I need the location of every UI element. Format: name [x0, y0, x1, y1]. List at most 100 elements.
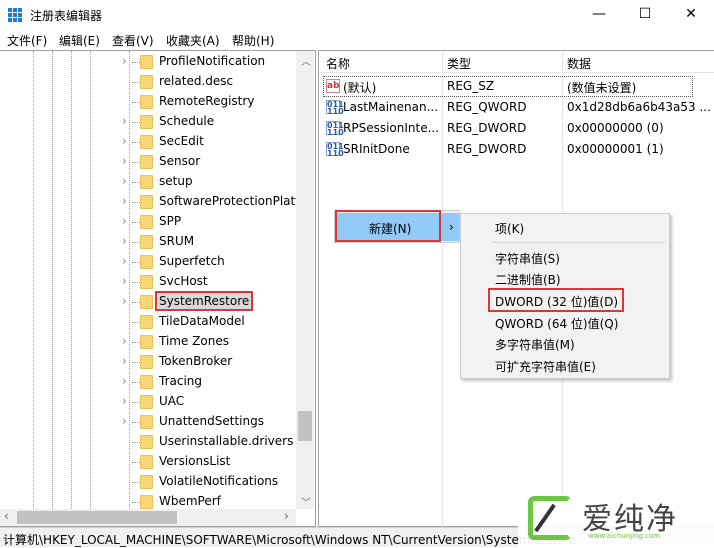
- scroll-thumb[interactable]: [17, 511, 177, 524]
- tree-item[interactable]: › SecEdit: [0, 132, 296, 152]
- tree-item[interactable]: › Sensor: [0, 152, 296, 172]
- scroll-up-icon[interactable]: ︿: [301, 53, 311, 68]
- expand-arrow-icon[interactable]: ›: [122, 374, 127, 388]
- tree-connector: [132, 322, 140, 323]
- tree-item[interactable]: › Schedule: [0, 112, 296, 132]
- tree-item[interactable]: › SPP: [0, 212, 296, 232]
- value-type: REG_DWORD: [447, 121, 527, 135]
- expand-arrow-icon[interactable]: ›: [122, 154, 127, 168]
- window-title: 注册表编辑器: [30, 9, 103, 23]
- folder-icon: [140, 135, 153, 149]
- tree-connector: [132, 402, 140, 403]
- folder-icon: [140, 415, 153, 429]
- expand-arrow-icon[interactable]: ›: [122, 394, 127, 408]
- tree-horizontal-scrollbar[interactable]: ‹ ›: [0, 509, 296, 526]
- column-header-data[interactable]: 数据: [567, 55, 591, 72]
- menu-item-string-value[interactable]: 字符串值(S): [495, 250, 560, 267]
- folder-icon: [140, 95, 153, 109]
- menu-item-multi-string-value[interactable]: 多字符串值(M): [495, 336, 575, 353]
- tree-connector: [132, 442, 140, 443]
- tree-connector: [132, 382, 140, 383]
- expand-arrow-icon[interactable]: ›: [122, 354, 127, 368]
- expand-arrow-icon[interactable]: ›: [122, 194, 127, 208]
- tree-item[interactable]: TileDataModel: [0, 312, 296, 332]
- watermark-url: www.aichunjing.com: [588, 532, 661, 540]
- expand-arrow-icon[interactable]: ›: [122, 54, 127, 68]
- tree-connector: [132, 282, 140, 283]
- tree-connector: [132, 342, 140, 343]
- tree-item-label: Sensor: [159, 154, 201, 168]
- expand-arrow-icon[interactable]: ›: [122, 274, 127, 288]
- value-name: (默认): [343, 81, 377, 95]
- tree-item[interactable]: › SystemRestore: [0, 291, 296, 312]
- folder-icon: [140, 235, 153, 249]
- expand-arrow-icon[interactable]: ›: [122, 294, 127, 308]
- tree-item[interactable]: › SoftwareProtectionPlatf: [0, 192, 299, 212]
- menu-item-key[interactable]: 项(K): [495, 220, 524, 237]
- tree-connector: [132, 242, 140, 243]
- menu-favorites[interactable]: 收藏夹(A): [166, 32, 220, 49]
- tree-item[interactable]: › UnattendSettings: [0, 412, 296, 432]
- minimize-button[interactable]: —: [576, 0, 622, 30]
- menu-item-binary-value[interactable]: 二进制值(B): [495, 271, 561, 288]
- close-button[interactable]: ✕: [668, 0, 714, 30]
- tree-item[interactable]: VersionsList: [0, 452, 296, 472]
- column-header-type[interactable]: 类型: [447, 55, 471, 72]
- scroll-left-icon[interactable]: ‹: [4, 509, 9, 523]
- menu-item-qword-value[interactable]: QWORD (64 位)值(Q): [495, 315, 618, 332]
- expand-arrow-icon[interactable]: ›: [122, 334, 127, 348]
- expand-arrow-icon[interactable]: ›: [122, 234, 127, 248]
- tree-item[interactable]: › SRUM: [0, 232, 296, 252]
- tree-vertical-scrollbar[interactable]: ︿ ﹀: [296, 51, 314, 509]
- value-row[interactable]: 011 110 RPSessionInte... REG_DWORD 0x0000000…: [319, 118, 714, 139]
- chevron-right-icon: ›: [449, 220, 454, 234]
- tree-item[interactable]: › Time Zones: [0, 332, 296, 352]
- menu-view[interactable]: 查看(V): [112, 32, 154, 49]
- tree-item[interactable]: › setup: [0, 172, 296, 192]
- tree-item[interactable]: Userinstallable.drivers: [0, 432, 296, 452]
- tree-item[interactable]: › ProfileNotification: [0, 52, 296, 72]
- tree-item[interactable]: RemoteRegistry: [0, 92, 296, 112]
- expand-arrow-icon[interactable]: ›: [122, 114, 127, 128]
- tree-item[interactable]: related.desc: [0, 72, 296, 92]
- menu-file[interactable]: 文件(F): [7, 32, 47, 49]
- tree-item[interactable]: › TokenBroker: [0, 352, 296, 372]
- menu-edit[interactable]: 编辑(E): [59, 32, 100, 49]
- tree-item[interactable]: › Tracing: [0, 372, 296, 392]
- tree-item[interactable]: VolatileNotifications: [0, 472, 296, 492]
- folder-icon: [140, 435, 153, 449]
- menu-item-expandable-string-value[interactable]: 可扩充字符串值(E): [495, 358, 596, 375]
- column-headers: 名称 类型 数据: [319, 51, 714, 73]
- tree-item-label: VersionsList: [159, 454, 231, 468]
- expand-arrow-icon[interactable]: ›: [122, 414, 127, 428]
- tree-item[interactable]: › SvcHost: [0, 272, 296, 292]
- expand-arrow-icon[interactable]: ›: [122, 134, 127, 148]
- tree-item-label: UnattendSettings: [159, 414, 264, 428]
- expand-arrow-icon[interactable]: ›: [122, 254, 127, 268]
- scroll-thumb[interactable]: [298, 411, 312, 441]
- value-row[interactable]: 011 110 SRInitDone REG_DWORD 0x00000001 (1): [319, 139, 714, 160]
- column-header-name[interactable]: 名称: [326, 55, 350, 72]
- value-row[interactable]: ab (默认) REG_SZ (数值未设置): [323, 76, 693, 97]
- tree-connector: [132, 162, 140, 163]
- title-bar: 注册表编辑器 — ☐ ✕: [0, 0, 714, 30]
- scroll-down-icon[interactable]: ﹀: [301, 494, 311, 509]
- tree-item[interactable]: › UAC: [0, 392, 296, 412]
- value-name: SRInitDone: [343, 142, 410, 156]
- maximize-button[interactable]: ☐: [622, 0, 668, 30]
- menu-help[interactable]: 帮助(H): [232, 32, 274, 49]
- tree-item-label: UAC: [159, 394, 185, 408]
- tree-item-label: Tracing: [159, 374, 203, 388]
- folder-icon: [140, 115, 153, 129]
- tree-connector: [132, 362, 140, 363]
- tree-item-label: ProfileNotification: [159, 54, 266, 68]
- menu-bar: 文件(F) 编辑(E) 查看(V) 收藏夹(A) 帮助(H): [0, 30, 714, 50]
- menu-separator: [491, 242, 666, 243]
- expand-arrow-icon[interactable]: ›: [122, 214, 127, 228]
- expand-arrow-icon[interactable]: ›: [122, 174, 127, 188]
- tree-item-label: Userinstallable.drivers: [159, 434, 294, 448]
- watermark-logo-icon: [528, 496, 572, 540]
- value-row[interactable]: 011 110 LastMainenan... REG_QWORD 0x1d28db6a…: [319, 97, 714, 118]
- scroll-right-icon[interactable]: ›: [284, 509, 289, 523]
- tree-item[interactable]: › Superfetch: [0, 252, 296, 272]
